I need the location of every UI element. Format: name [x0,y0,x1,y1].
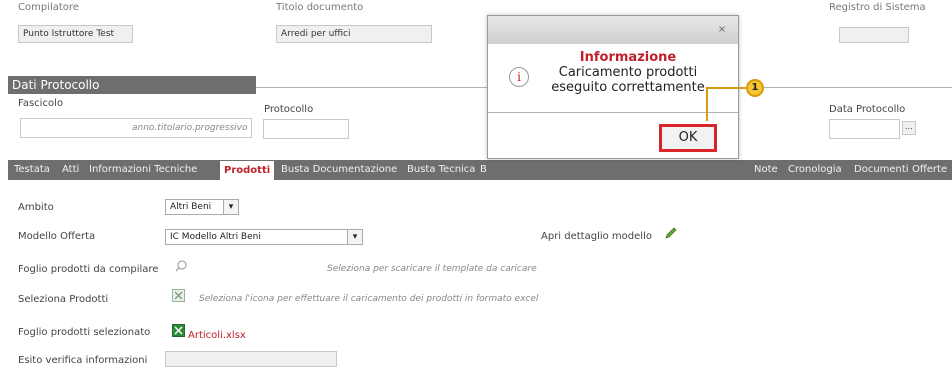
seleziona-hint: Seleziona l'icona per effettuare il cari… [199,294,539,304]
modello-select[interactable]: IC Modello Altri Beni ▾ [165,229,363,245]
ambito-label: Ambito [18,202,54,213]
registro-label: Registro di Sistema [829,2,926,13]
tab-busta-documentazione[interactable]: Busta Documentazione [281,160,397,180]
search-icon[interactable] [174,259,188,273]
pencil-icon[interactable] [664,226,678,240]
tab-informazioni-tecniche[interactable]: Informazioni Tecniche [89,160,197,180]
tab-atti[interactable]: Atti [62,160,79,180]
modello-value: IC Modello Altri Beni [170,232,261,242]
foglio-label: Foglio prodotti da compilare [18,264,159,275]
dialog-header: × [488,16,738,44]
apri-dettaglio-label: Apri dettaglio modello [541,231,652,242]
tab-prodotti[interactable]: Prodotti [220,161,275,180]
dati-protocollo-header: Dati Protocollo [8,76,256,94]
tab-cronologia[interactable]: Cronologia [788,160,842,180]
titolo-field: Arredi per uffici [276,25,432,43]
foglio-selezionato-label: Foglio prodotti selezionato [18,327,151,338]
compilatore-field: Punto Istruttore Test [18,25,133,43]
data-protocollo-label: Data Protocollo [829,104,906,115]
section-divider-right [737,87,952,88]
tab-truncated[interactable]: B [480,160,487,180]
tab-note[interactable]: Note [754,160,778,180]
dialog-divider [488,112,738,113]
excel-upload-icon[interactable] [172,289,185,302]
titolo-label: Titolo documento [276,2,364,13]
ambito-select[interactable]: Altri Beni ▾ [165,199,239,215]
info-dialog: × i Informazione Caricamento prodotti es… [487,15,739,159]
file-link[interactable]: Articoli.xlsx [188,330,246,341]
tab-busta-tecnica[interactable]: Busta Tecnica [407,160,475,180]
dialog-title: Informazione [579,50,677,65]
modello-label: Modello Offerta [18,231,96,242]
data-protocollo-field[interactable] [829,119,900,139]
dialog-message-line1: Caricamento prodotti [558,65,698,80]
esito-field [165,351,337,367]
close-icon[interactable]: × [714,22,730,38]
fascicolo-label: Fascicolo [18,98,63,109]
info-icon: i [509,67,529,87]
protocollo-label: Protocollo [264,104,314,115]
foglio-hint: Seleziona per scaricare il template da c… [327,264,537,274]
protocollo-field[interactable] [263,119,349,139]
esito-label: Esito verifica informazioni [18,355,148,366]
callout-marker: 1 [746,79,764,97]
seleziona-label: Seleziona Prodotti [18,294,109,305]
ok-button[interactable]: OK [659,124,717,152]
dialog-message-line2: eseguito correttamente [551,80,705,95]
calendar-button[interactable]: ... [902,121,916,135]
fascicolo-hint: anno.titolario.progressivo [132,123,248,133]
compilatore-label: Compilatore [18,2,79,13]
registro-field [839,27,909,43]
section-divider [256,87,488,88]
chevron-down-icon: ▾ [347,230,362,244]
tab-testata[interactable]: Testata [14,160,50,180]
tab-offerte[interactable]: Offerte [912,160,947,180]
tab-bar: Testata Atti Informazioni Tecniche Prodo… [8,160,952,180]
ambito-value: Altri Beni [170,202,212,212]
svg-text:i: i [517,70,521,84]
chevron-down-icon: ▾ [223,200,238,214]
callout-line-vertical [706,87,708,121]
tab-documenti[interactable]: Documenti [854,160,909,180]
excel-file-icon [172,324,185,337]
callout-line-horizontal [706,87,746,89]
